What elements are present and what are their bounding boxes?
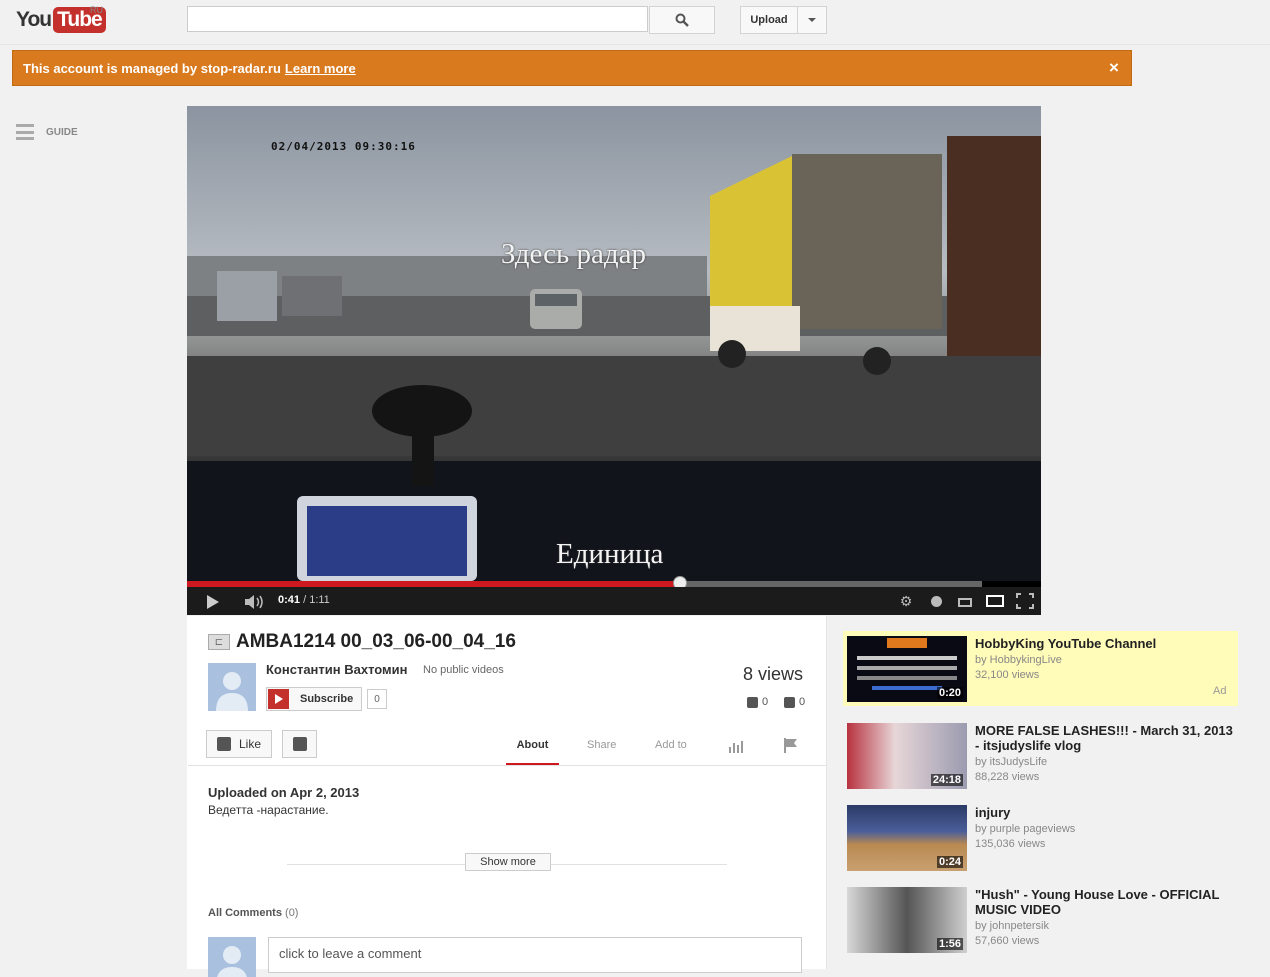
video-caption-bottom: Единица: [556, 538, 664, 570]
video-duration: 0:24: [936, 856, 963, 868]
sidebar-video-channel: by itsJudysLife: [975, 756, 1048, 768]
sidebar-video-views: 57,660 views: [975, 935, 1040, 947]
small-player-icon[interactable]: [958, 598, 972, 607]
play-icon[interactable]: [207, 595, 219, 609]
video-frame[interactable]: 02/04/2013 09:30:16 Здесь радар Единица: [187, 106, 1041, 581]
dashcam-timestamp: 02/04/2013 09:30:16: [271, 140, 416, 153]
guide-button[interactable]: GUIDE: [16, 124, 78, 140]
video-duration: 24:18: [930, 774, 963, 786]
user-silhouette-icon: [216, 672, 248, 711]
user-silhouette-icon: [217, 946, 247, 977]
logo-country-code: RU: [90, 5, 103, 15]
dislikes-value: 0: [799, 696, 806, 708]
volume-icon[interactable]: [245, 595, 267, 609]
upload-dropdown-button[interactable]: [797, 6, 827, 34]
upload-button[interactable]: Upload: [740, 6, 798, 34]
video-thumbnail: 24:18: [847, 723, 967, 789]
sidebar-video-title[interactable]: injury: [975, 805, 1010, 820]
video-thumbnail: 0:20: [847, 636, 967, 702]
channel-avatar[interactable]: [208, 663, 256, 711]
subscribe-button[interactable]: Subscribe: [266, 687, 362, 711]
menu-icon: [16, 124, 34, 140]
commenter-avatar: [208, 937, 256, 977]
logo-you: You: [16, 8, 52, 31]
video-description: Ведетта -нарастание.: [208, 803, 329, 817]
sidebar-video-channel: by johnpetersik: [975, 920, 1049, 932]
like-button[interactable]: Like: [206, 730, 272, 758]
youtube-play-icon: [268, 689, 289, 709]
tab-share[interactable]: Share: [587, 739, 616, 751]
comment-input[interactable]: click to leave a comment: [268, 937, 802, 973]
likes-value: 0: [762, 696, 769, 708]
search-icon: [675, 13, 689, 27]
subscriber-count: 0: [367, 689, 387, 709]
ad-badge: Ad: [1213, 685, 1227, 697]
thumbs-up-icon: [216, 737, 231, 751]
youtube-logo[interactable]: You Tube RU: [16, 5, 106, 34]
alert-message: This account is managed by stop-radar.ru: [23, 60, 281, 76]
stats-icon[interactable]: [729, 740, 743, 753]
learn-more-link[interactable]: Learn more: [285, 61, 356, 76]
tab-about[interactable]: About: [506, 739, 559, 751]
sidebar-video[interactable]: 0:24 injury by purple pageviews 135,036 …: [847, 805, 1238, 871]
flag-icon[interactable]: [784, 738, 798, 753]
video-title: AMBA1214 00_03_06-00_04_16: [236, 631, 516, 652]
tab-add-to[interactable]: Add to: [655, 739, 687, 751]
sidebar-video-ad[interactable]: 0:20 HobbyKing YouTube Channel by Hobbyk…: [847, 636, 1238, 702]
gear-icon[interactable]: ⚙: [897, 593, 915, 609]
video-caption-top: Здесь радар: [501, 238, 646, 270]
dislikes-count: 0: [784, 696, 805, 708]
search-input[interactable]: [187, 6, 648, 32]
sidebar-video-views: 32,100 views: [975, 669, 1040, 681]
upload-date: Uploaded on Apr 2, 2013: [208, 785, 360, 800]
subscribe-label: Subscribe: [300, 693, 354, 705]
chevron-down-icon: [808, 18, 816, 22]
channel-name[interactable]: Константин Вахтомин: [266, 662, 408, 677]
sidebar-video-title-line2[interactable]: - itsjudyslife vlog: [975, 738, 1081, 753]
sidebar-video-title-line2[interactable]: MUSIC VIDEO: [975, 902, 1061, 917]
sidebar-video-title[interactable]: HobbyKing YouTube Channel: [975, 636, 1156, 651]
time-display: 0:41 / 1:11: [278, 594, 330, 606]
sidebar-video-title[interactable]: "Hush" - Young House Love - OFFICIAL: [975, 887, 1219, 902]
comments-label: All Comments: [208, 907, 282, 919]
channel-video-count: No public videos: [423, 664, 504, 676]
sidebar-video-views: 88,228 views: [975, 771, 1040, 783]
show-more-button[interactable]: Show more: [465, 853, 551, 871]
fullscreen-icon[interactable]: [1016, 593, 1034, 609]
video-duration: 1:56: [936, 938, 963, 950]
video-player[interactable]: 02/04/2013 09:30:16 Здесь радар Единица …: [187, 106, 1041, 615]
sidebar-video-views: 135,036 views: [975, 838, 1046, 850]
tabs-divider: [188, 765, 826, 766]
view-count: 8 views: [743, 664, 804, 684]
search-button[interactable]: [649, 6, 715, 34]
hobbyking-logo: [887, 638, 927, 648]
total-time: 1:11: [309, 594, 330, 606]
managed-account-alert: This account is managed by stop-radar.ru…: [12, 50, 1132, 86]
video-title-row: ⊏ AMBA1214 00_03_06-00_04_16: [208, 631, 516, 653]
close-icon[interactable]: ×: [1104, 58, 1124, 78]
video-thumbnail: 1:56: [847, 887, 967, 953]
current-time: 0:41: [278, 594, 301, 606]
sidebar-video-channel: by purple pageviews: [975, 823, 1076, 835]
dislike-button[interactable]: [282, 730, 317, 758]
large-player-icon[interactable]: [986, 595, 1004, 607]
lock-icon: ⊏: [208, 634, 230, 650]
guide-label: GUIDE: [46, 126, 78, 138]
thumbs-down-icon: [784, 696, 795, 708]
sidebar-video[interactable]: 1:56 "Hush" - Young House Love - OFFICIA…: [847, 887, 1238, 953]
sidebar-video[interactable]: 24:18 MORE FALSE LASHES!!! - March 31, 2…: [847, 723, 1238, 789]
comments-header: All Comments (0): [208, 907, 298, 919]
video-thumbnail: 0:24: [847, 805, 967, 871]
sidebar-video-title[interactable]: MORE FALSE LASHES!!! - March 31, 2013: [975, 723, 1233, 738]
video-duration: 0:20: [936, 687, 963, 699]
likes-count: 0: [747, 696, 768, 708]
comments-count: (0): [285, 907, 299, 919]
dashcam-scene: [187, 136, 1041, 581]
thumbs-down-icon: [292, 737, 307, 751]
sidebar-video-channel: by HobbykingLive: [975, 654, 1062, 666]
like-label: Like: [238, 737, 261, 751]
watch-later-icon[interactable]: [931, 596, 942, 607]
thumbs-up-icon: [747, 696, 758, 708]
